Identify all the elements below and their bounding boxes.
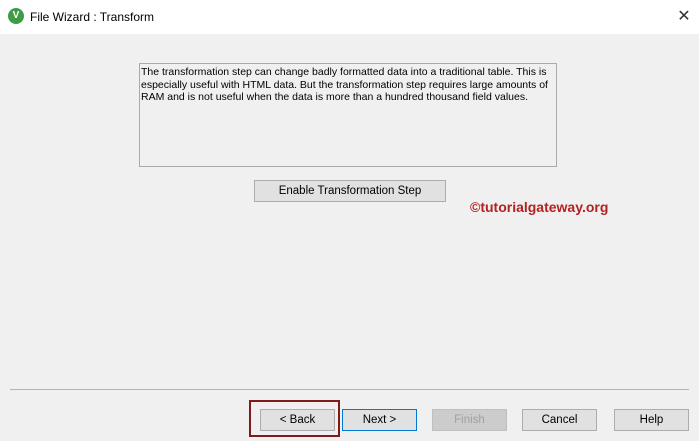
qlik-app-icon: V [8,8,24,24]
cancel-button[interactable]: Cancel [522,409,597,431]
description-textbox: The transformation step can change badly… [139,63,557,167]
title-bar: V File Wizard : Transform ✕ [0,0,699,34]
footer-separator [10,389,689,390]
enable-transformation-step-button[interactable]: Enable Transformation Step [254,180,446,202]
next-button[interactable]: Next > [342,409,417,431]
close-icon[interactable]: ✕ [669,0,699,34]
finish-button: Finish [432,409,507,431]
back-button[interactable]: < Back [260,409,335,431]
help-button[interactable]: Help [614,409,689,431]
window-title: File Wizard : Transform [30,10,155,24]
watermark: ©tutorialgateway.org [470,199,609,215]
